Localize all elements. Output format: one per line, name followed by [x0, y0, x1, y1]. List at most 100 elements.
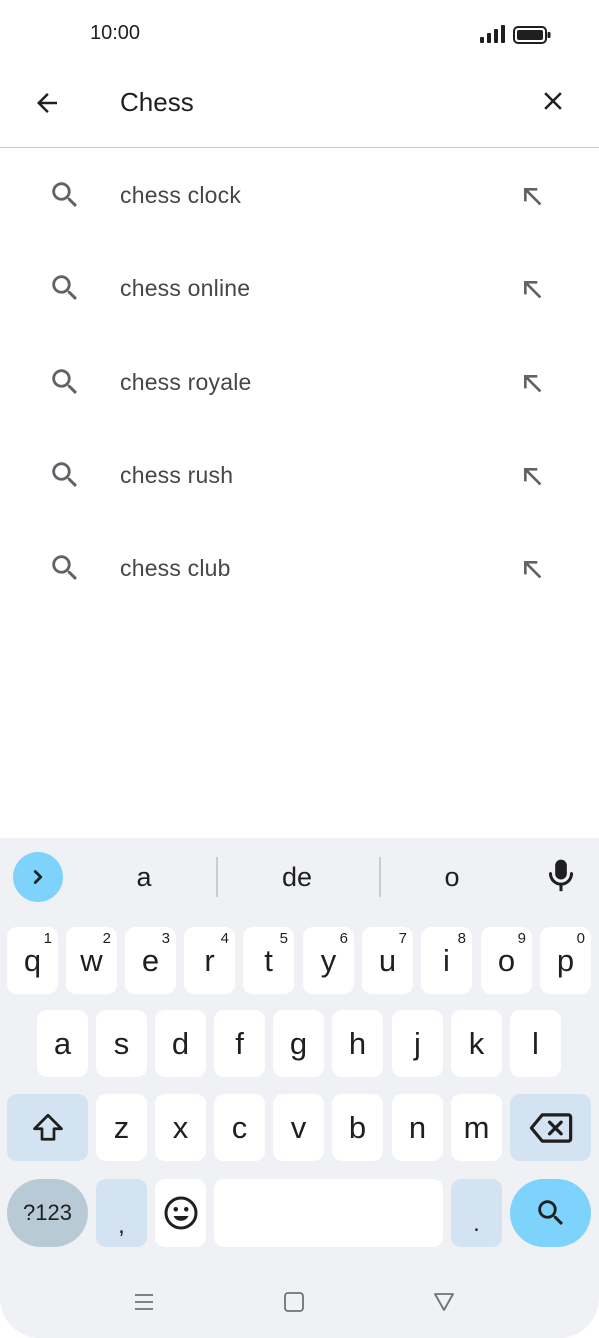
- word-suggestion[interactable]: o: [428, 862, 476, 893]
- key-i[interactable]: i8: [421, 927, 472, 994]
- key-label: y: [320, 942, 337, 978]
- key-hint: 4: [220, 930, 229, 947]
- microphone-icon: [548, 859, 574, 892]
- word-suggestion[interactable]: a: [120, 862, 168, 893]
- suggestion-text: chess rush: [120, 461, 234, 488]
- key-e[interactable]: e3: [125, 927, 176, 994]
- arrow-left-icon: [37, 93, 57, 113]
- key-hint: 2: [102, 930, 111, 947]
- word-suggestion[interactable]: de: [262, 862, 332, 893]
- key-b[interactable]: b: [332, 1094, 383, 1161]
- backspace-icon: [529, 1112, 572, 1143]
- key-m[interactable]: m: [451, 1094, 502, 1161]
- key-y[interactable]: y6: [303, 927, 354, 994]
- key-label: t: [264, 942, 273, 978]
- key-label: w: [80, 942, 103, 978]
- close-icon: [544, 92, 562, 110]
- suggestion-item[interactable]: chess royale: [0, 337, 599, 430]
- key-label: e: [141, 942, 160, 978]
- search-icon: [52, 368, 78, 394]
- backspace-key[interactable]: [510, 1094, 591, 1161]
- key-hint: 9: [517, 930, 526, 947]
- key-hint: 6: [339, 930, 348, 947]
- back-nav-button[interactable]: [424, 1282, 464, 1322]
- emoji-key[interactable]: [155, 1179, 206, 1247]
- suggestion-item[interactable]: chess rush: [0, 430, 599, 523]
- key-label: u: [378, 942, 397, 978]
- back-button[interactable]: [22, 78, 72, 128]
- key-h[interactable]: h: [332, 1010, 383, 1077]
- suggestion-list: chess clock chess online chess royale ch…: [0, 150, 599, 616]
- key-hint: 7: [398, 930, 407, 947]
- key-hint: 5: [279, 930, 288, 947]
- suggestion-item[interactable]: chess clock: [0, 150, 599, 243]
- keyboard-expand-button[interactable]: [13, 852, 63, 902]
- key-p[interactable]: p0: [540, 927, 591, 994]
- key-label: q: [23, 942, 42, 978]
- voice-input-button[interactable]: [543, 856, 579, 896]
- period-key[interactable]: .: [451, 1179, 502, 1247]
- suggestion-divider: [216, 857, 218, 897]
- arrow-up-left-icon[interactable]: [516, 273, 548, 305]
- chevron-right-icon: [33, 870, 43, 884]
- key-k[interactable]: k: [451, 1010, 502, 1077]
- key-label: o: [497, 942, 516, 978]
- recent-apps-button[interactable]: [124, 1282, 164, 1322]
- suggestion-text: chess club: [120, 555, 231, 582]
- search-icon: [52, 182, 78, 208]
- search-icon: [52, 275, 78, 301]
- search-header: [0, 66, 599, 148]
- key-o[interactable]: o9: [481, 927, 532, 994]
- key-g[interactable]: g: [273, 1010, 324, 1077]
- space-bar[interactable]: [214, 1179, 443, 1247]
- key-z[interactable]: z: [96, 1094, 147, 1161]
- arrow-up-left-icon[interactable]: [516, 460, 548, 492]
- key-hint: 0: [576, 930, 585, 947]
- triangle-down-icon: [434, 1293, 454, 1311]
- key-x[interactable]: x: [155, 1094, 206, 1161]
- key-label: i: [443, 942, 450, 978]
- search-input[interactable]: [120, 82, 500, 122]
- suggestion-divider: [379, 857, 381, 897]
- key-hint: 8: [457, 930, 466, 947]
- key-j[interactable]: j: [392, 1010, 443, 1077]
- search-key[interactable]: [510, 1179, 591, 1247]
- arrow-up-left-icon[interactable]: [516, 180, 548, 212]
- clear-button[interactable]: [528, 76, 578, 126]
- emoji-icon: [164, 1196, 197, 1230]
- search-icon: [52, 462, 78, 487]
- key-w[interactable]: w2: [66, 927, 117, 994]
- on-screen-keyboard: a de o q1 w2 e3 r4 t5 y6 u7 i8 o9 p0 a s…: [0, 838, 599, 1338]
- comma-label: ,: [118, 1212, 125, 1239]
- key-hint: 1: [43, 930, 52, 947]
- comma-key[interactable]: ,: [96, 1179, 147, 1247]
- key-t[interactable]: t5: [243, 927, 294, 994]
- arrow-up-left-icon[interactable]: [516, 553, 548, 585]
- key-r[interactable]: r4: [184, 927, 235, 994]
- suggestion-item[interactable]: chess online: [0, 243, 599, 336]
- key-c[interactable]: c: [214, 1094, 265, 1161]
- key-label: r: [204, 942, 215, 978]
- status-bar: 10:00: [0, 0, 599, 66]
- symbols-key[interactable]: ?123: [7, 1179, 88, 1247]
- key-s[interactable]: s: [96, 1010, 147, 1077]
- menu-icon: [135, 1294, 153, 1310]
- suggestion-text: chess royale: [120, 368, 252, 395]
- key-a[interactable]: a: [37, 1010, 88, 1077]
- key-v[interactable]: v: [273, 1094, 324, 1161]
- key-u[interactable]: u7: [362, 927, 413, 994]
- key-n[interactable]: n: [392, 1094, 443, 1161]
- shift-key[interactable]: [7, 1094, 88, 1161]
- arrow-up-left-icon[interactable]: [516, 367, 548, 399]
- key-q[interactable]: q1: [7, 927, 58, 994]
- search-icon: [537, 1200, 563, 1226]
- suggestion-text: chess clock: [120, 182, 242, 208]
- home-button[interactable]: [274, 1282, 314, 1322]
- key-d[interactable]: d: [155, 1010, 206, 1077]
- key-l[interactable]: l: [510, 1010, 561, 1077]
- key-f[interactable]: f: [214, 1010, 265, 1077]
- system-navigation-bar: [0, 1270, 599, 1330]
- shift-icon: [32, 1113, 63, 1141]
- suggestion-item[interactable]: chess club: [0, 523, 599, 616]
- cellular-signal-icon: [480, 25, 505, 43]
